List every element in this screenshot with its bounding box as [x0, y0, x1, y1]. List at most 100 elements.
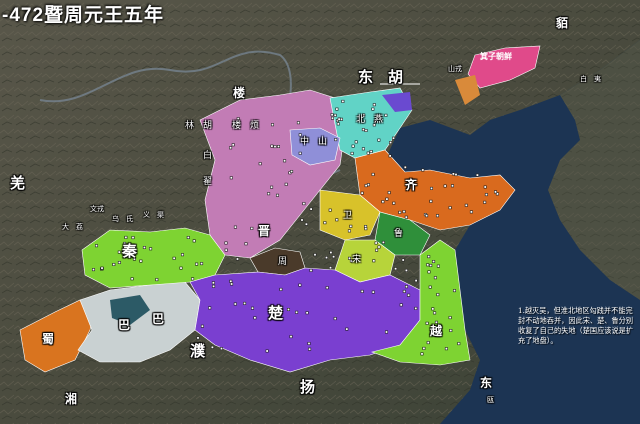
city-marker	[426, 263, 430, 267]
label-chu: 楚	[268, 304, 284, 322]
city-marker	[432, 259, 436, 263]
city-marker	[309, 207, 313, 211]
city-marker	[270, 123, 274, 127]
city-marker	[428, 285, 432, 289]
city-marker	[366, 151, 370, 155]
city-marker	[420, 352, 424, 356]
city-marker	[258, 162, 262, 166]
city-marker	[364, 227, 368, 231]
label-qin: 秦	[122, 242, 138, 260]
city-marker	[139, 259, 143, 263]
city-marker	[384, 330, 388, 334]
city-marker	[124, 235, 128, 239]
city-marker	[449, 328, 453, 332]
city-marker	[436, 293, 440, 297]
label-dong: 东	[480, 376, 493, 390]
city-marker	[345, 327, 349, 331]
city-marker	[414, 279, 418, 283]
city-marker	[270, 185, 274, 189]
city-marker	[100, 266, 104, 270]
city-marker	[298, 151, 302, 155]
city-marker	[350, 151, 354, 155]
city-marker	[389, 141, 393, 145]
city-marker	[286, 307, 290, 311]
city-marker	[451, 172, 455, 176]
label-lu: 鲁	[394, 229, 404, 239]
city-marker	[349, 224, 353, 228]
city-marker	[328, 266, 332, 270]
city-marker	[402, 210, 406, 214]
city-marker	[335, 218, 339, 222]
city-marker	[224, 248, 228, 252]
city-marker	[347, 229, 351, 233]
city-marker	[275, 193, 279, 197]
city-marker	[208, 306, 212, 310]
city-marker	[200, 262, 204, 266]
city-marker	[484, 193, 488, 197]
city-marker	[392, 201, 396, 205]
city-marker	[381, 240, 385, 244]
city-marker	[372, 259, 376, 263]
city-marker	[332, 255, 336, 259]
city-marker	[333, 113, 337, 117]
label-beiyan: 北 燕	[356, 115, 384, 125]
city-marker	[251, 306, 255, 310]
city-marker	[229, 279, 233, 283]
city-marker	[360, 191, 364, 195]
city-marker	[283, 159, 287, 163]
city-marker	[407, 293, 411, 297]
city-marker	[117, 250, 121, 254]
city-marker	[195, 262, 199, 266]
city-marker	[270, 144, 274, 148]
city-marker	[404, 285, 408, 289]
label-qi: 齐	[405, 178, 418, 192]
city-marker	[330, 113, 334, 117]
city-marker	[364, 184, 368, 188]
label-jin: 晋	[258, 224, 271, 238]
city-marker	[112, 262, 116, 266]
city-marker	[448, 206, 452, 210]
city-marker	[351, 144, 355, 148]
city-marker	[334, 138, 338, 142]
city-marker	[230, 282, 234, 286]
city-marker	[149, 247, 153, 251]
city-marker	[377, 138, 381, 142]
city-marker	[313, 253, 317, 257]
city-marker	[289, 335, 293, 339]
city-marker	[369, 150, 373, 154]
city-marker	[333, 317, 337, 321]
city-marker	[179, 266, 183, 270]
city-marker	[308, 347, 312, 351]
city-marker	[267, 192, 271, 196]
city-marker	[233, 225, 237, 229]
city-marker	[279, 287, 283, 291]
city-marker	[329, 251, 333, 255]
city-marker	[305, 311, 309, 315]
city-marker	[220, 347, 224, 351]
city-marker	[364, 129, 368, 133]
city-marker	[330, 116, 334, 120]
city-marker	[324, 256, 328, 260]
city-marker	[361, 128, 365, 132]
label-lou: 楼	[233, 86, 246, 100]
label-pu: 濮	[190, 342, 206, 360]
label-linhu: 林 胡	[185, 121, 213, 131]
label-gourong: 乌 氏	[112, 215, 133, 223]
label-lou-fan: 楼 烦	[232, 121, 260, 131]
city-marker	[414, 306, 418, 310]
city-marker	[375, 248, 379, 252]
city-marker	[450, 184, 454, 188]
city-marker	[436, 264, 440, 268]
label-di: 翟	[203, 177, 213, 187]
city-marker	[381, 200, 385, 204]
city-marker	[323, 221, 327, 225]
city-marker	[337, 117, 341, 121]
city-marker	[155, 278, 159, 282]
city-marker	[192, 239, 196, 243]
city-marker	[443, 184, 447, 188]
city-marker	[404, 268, 408, 272]
label-yue: 越	[430, 324, 443, 338]
city-marker	[374, 241, 378, 245]
city-marker	[444, 347, 448, 351]
label-donghu: 东 胡	[358, 68, 404, 86]
